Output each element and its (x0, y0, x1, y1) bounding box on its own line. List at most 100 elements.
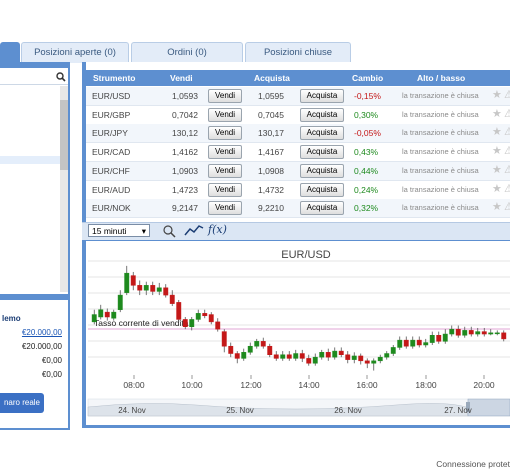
buy-button[interactable]: Acquista (300, 201, 344, 216)
sell-button[interactable]: Vendi (208, 182, 242, 197)
table-row[interactable]: EUR/GBP 0,7042 Vendi 0,7045 Acquista 0,30% la … (86, 106, 510, 125)
candle[interactable] (293, 353, 299, 359)
table-row[interactable]: EUR/AUD 1,4723 Vendi 1,4732 Acquista 0,24% la … (86, 181, 510, 200)
candle[interactable] (117, 294, 123, 310)
candle[interactable] (182, 319, 188, 327)
candle[interactable] (111, 311, 117, 319)
candle[interactable] (195, 313, 201, 320)
candle[interactable] (312, 356, 318, 364)
candle[interactable] (130, 275, 136, 286)
candle[interactable] (449, 328, 455, 335)
candle[interactable] (371, 360, 377, 364)
candle[interactable] (169, 294, 175, 304)
table-row[interactable]: EUR/USD 1,0593 Vendi 1,0595 Acquista -0,15% la… (86, 87, 510, 106)
candle[interactable] (124, 272, 130, 293)
candle[interactable] (234, 353, 240, 359)
candle[interactable] (221, 331, 227, 347)
candle[interactable] (436, 335, 442, 342)
candle[interactable] (286, 354, 292, 359)
candle[interactable] (501, 332, 507, 340)
table-row[interactable]: EUR/CHF 1,0903 Vendi 1,0908 Acquista 0,44% la … (86, 161, 510, 181)
star-icon[interactable]: ★ (492, 125, 502, 138)
selected-list-item[interactable] (0, 156, 60, 164)
candle[interactable] (377, 356, 383, 362)
candle[interactable] (163, 287, 169, 296)
star-icon[interactable]: ★ (492, 88, 502, 101)
candle[interactable] (208, 314, 214, 323)
candle[interactable] (325, 352, 331, 358)
sell-button[interactable]: Vendi (208, 145, 242, 160)
candle[interactable] (397, 339, 403, 348)
candle[interactable] (260, 341, 266, 347)
candle[interactable] (410, 339, 416, 347)
candle[interactable] (462, 330, 468, 336)
candle[interactable] (306, 358, 312, 364)
candle[interactable] (254, 341, 260, 347)
tab-closed-positions[interactable]: Posizioni chiuse (245, 42, 351, 63)
list-scrollbar-thumb[interactable] (60, 100, 68, 170)
candle[interactable] (143, 285, 149, 291)
star-icon[interactable]: ★ (492, 163, 502, 176)
candle[interactable] (429, 335, 435, 343)
candle[interactable] (468, 330, 474, 335)
candle[interactable] (481, 331, 487, 335)
timeframe-select[interactable]: 15 minuti ▾ (88, 224, 150, 237)
alert-icon[interactable]: ⚠ (504, 200, 510, 213)
zoom-icon[interactable] (162, 224, 178, 238)
tab-left-active[interactable] (0, 42, 20, 63)
alert-icon[interactable]: ⚠ (504, 107, 510, 120)
buy-button[interactable]: Acquista (300, 145, 344, 160)
candle[interactable] (423, 342, 429, 346)
candle[interactable] (358, 355, 364, 362)
candle[interactable] (137, 285, 143, 291)
candle[interactable] (384, 353, 390, 358)
candle[interactable] (455, 328, 461, 336)
candle[interactable] (280, 354, 286, 359)
candle[interactable] (241, 352, 247, 359)
candle[interactable] (189, 319, 195, 327)
alert-icon[interactable]: ⚠ (504, 125, 510, 138)
alert-icon[interactable]: ⚠ (504, 163, 510, 176)
buy-button[interactable]: Acquista (300, 182, 344, 197)
buy-button[interactable]: Acquista (300, 107, 344, 122)
sell-button[interactable]: Vendi (208, 107, 242, 122)
tab-open-positions[interactable]: Posizioni aperte (0) (21, 42, 129, 63)
sell-button[interactable]: Vendi (208, 163, 242, 178)
candle[interactable] (494, 332, 500, 335)
alert-icon[interactable]: ⚠ (504, 144, 510, 157)
buy-button[interactable]: Acquista (300, 163, 344, 178)
star-icon[interactable]: ★ (492, 144, 502, 157)
candle[interactable] (299, 353, 305, 359)
sell-button[interactable]: Vendi (208, 201, 242, 216)
tab-orders[interactable]: Ordini (0) (131, 42, 243, 63)
search-icon[interactable] (56, 72, 66, 82)
candle[interactable] (104, 311, 110, 318)
candle[interactable] (351, 355, 357, 360)
alert-icon[interactable]: ⚠ (504, 88, 510, 101)
candle[interactable] (215, 321, 221, 330)
candle[interactable] (156, 287, 162, 292)
candle[interactable] (150, 285, 156, 292)
candle[interactable] (267, 345, 273, 355)
candle[interactable] (319, 352, 325, 358)
candle[interactable] (91, 314, 97, 323)
candle[interactable] (364, 360, 370, 364)
candle[interactable] (475, 331, 481, 335)
candle[interactable] (202, 313, 208, 317)
real-account-button[interactable]: naro reale (0, 393, 44, 413)
sell-button[interactable]: Vendi (208, 89, 242, 103)
candle[interactable] (442, 333, 448, 342)
candle[interactable] (416, 339, 422, 346)
candle[interactable] (403, 339, 409, 347)
navigator-selection[interactable] (467, 398, 510, 417)
sell-button[interactable]: Vendi (208, 126, 242, 141)
table-row[interactable]: EUR/NOK 9,2147 Vendi 9,2210 Acquista 0,32% la … (86, 199, 510, 219)
candle[interactable] (488, 332, 494, 335)
candle[interactable] (176, 302, 182, 320)
account-balance-link[interactable]: €20.000,00 (0, 328, 62, 337)
candle[interactable] (273, 354, 279, 359)
price-chart[interactable]: Tasso corrente di vendita EUR/USD 08:00 10:… (86, 241, 510, 425)
candle[interactable] (247, 345, 253, 353)
table-row[interactable]: EUR/JPY 130,12 Vendi 130,17 Acquista -0,05% la… (86, 124, 510, 144)
candle[interactable] (345, 354, 351, 360)
